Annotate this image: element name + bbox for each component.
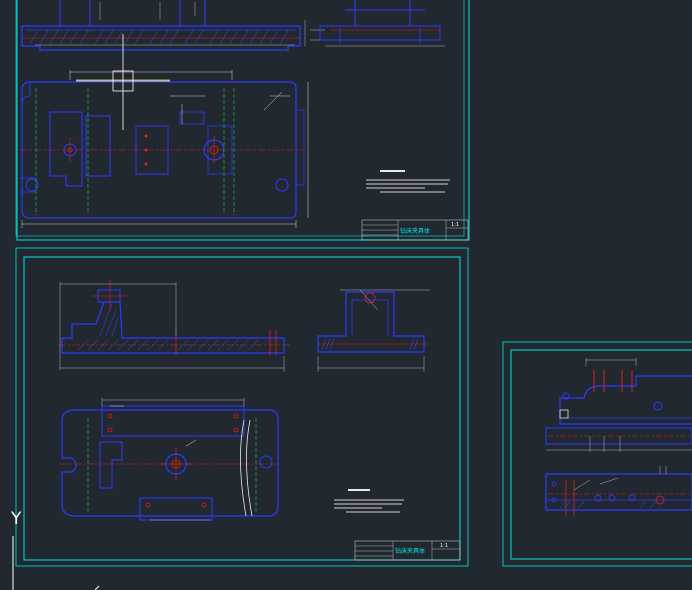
sheet-1-scale: 1:1 <box>451 222 459 228</box>
cad-drawing-canvas[interactable]: 钻床夹具体 1:1 钻床夹具体 1:1 Y <box>0 0 692 590</box>
sheet-2-drawing-title: 钻床夹具体 <box>395 547 425 555</box>
ucs-y-axis-label: Y <box>10 509 22 529</box>
sheet-2-scale: 1:1 <box>440 543 448 549</box>
sheet-1-drawing-title: 钻床夹具体 <box>400 227 430 235</box>
